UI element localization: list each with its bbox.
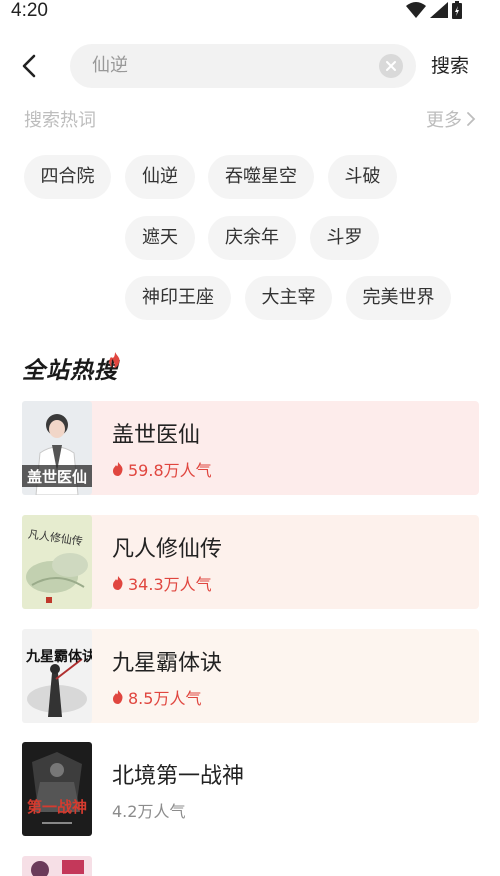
hot-tag[interactable]: 斗罗 [310, 216, 379, 260]
battery-icon [452, 1, 462, 19]
hot-tag[interactable]: 仙逆 [125, 155, 195, 199]
more-link[interactable]: 更多 [426, 106, 476, 132]
svg-text:盖世医仙: 盖世医仙 [27, 468, 87, 486]
book-card[interactable]: 凡人修仙传 凡人修仙传 34.3万人气 [22, 515, 479, 609]
fire-icon [113, 462, 123, 476]
popularity-text: 34.3万人气 [128, 575, 212, 594]
book-title: 凡人修仙传 [112, 537, 223, 562]
hot-tag[interactable]: 四合院 [24, 155, 111, 199]
chevron-right-icon [467, 112, 476, 126]
book-title: 盖世医仙 [112, 423, 201, 448]
fire-icon [113, 690, 123, 704]
hot-tag[interactable]: 神印王座 [125, 276, 231, 320]
search-input[interactable]: 仙逆 [92, 44, 128, 88]
book-popularity: 59.8万人气 [112, 457, 212, 481]
hot-tag[interactable]: 斗破 [328, 155, 397, 199]
search-bar: 仙逆 搜索 [0, 40, 500, 92]
popularity-text: 59.8万人气 [128, 461, 212, 480]
status-time: 4:20 [11, 0, 48, 21]
clear-icon[interactable] [379, 54, 403, 78]
book-cover: 盖世医仙 [22, 401, 92, 495]
more-label: 更多 [426, 110, 462, 131]
popularity-text: 8.5万人气 [128, 689, 202, 708]
book-card[interactable]: 盖世医仙 盖世医仙 59.8万人气 [22, 401, 479, 495]
svg-text:第一战神: 第一战神 [27, 798, 87, 816]
hot-tag[interactable]: 吞噬星空 [208, 155, 314, 199]
book-popularity: 8.5万人气 [112, 685, 201, 709]
hot-words-title: 搜索热词 [24, 110, 96, 131]
back-arrow-icon[interactable] [16, 53, 42, 79]
book-card[interactable]: 第一战神 北境第一战神 4.2万人气 [22, 742, 479, 836]
book-cover: 第一战神 [22, 742, 92, 836]
search-button[interactable]: 搜索 [431, 40, 469, 92]
book-title: 九星霸体诀 [112, 651, 223, 676]
section-title: 全站热搜 [22, 358, 118, 384]
hot-tag[interactable]: 遮天 [125, 216, 195, 260]
book-title: 北境第一战神 [112, 764, 245, 789]
wifi-icon [406, 2, 426, 18]
hot-tag[interactable]: 完美世界 [346, 276, 451, 320]
book-cover [22, 856, 92, 876]
book-popularity: 4.2万人气 [112, 798, 185, 822]
status-icons [406, 1, 462, 19]
svg-text:九星霸体诀: 九星霸体诀 [25, 648, 92, 665]
popularity-text: 4.2万人气 [112, 802, 186, 821]
fire-icon [109, 352, 120, 368]
search-input-box[interactable]: 仙逆 [70, 44, 416, 88]
book-card[interactable]: 九星霸体诀 九星霸体诀 8.5万人气 [22, 629, 479, 723]
fire-icon [113, 576, 123, 590]
book-cover: 凡人修仙传 [22, 515, 92, 609]
book-popularity: 34.3万人气 [112, 571, 212, 595]
status-bar: 4:20 [0, 0, 500, 26]
hot-tag[interactable]: 大主宰 [245, 276, 332, 320]
book-cover: 九星霸体诀 [22, 629, 92, 723]
hot-tag[interactable]: 庆余年 [208, 216, 296, 260]
signal-icon [430, 2, 448, 18]
